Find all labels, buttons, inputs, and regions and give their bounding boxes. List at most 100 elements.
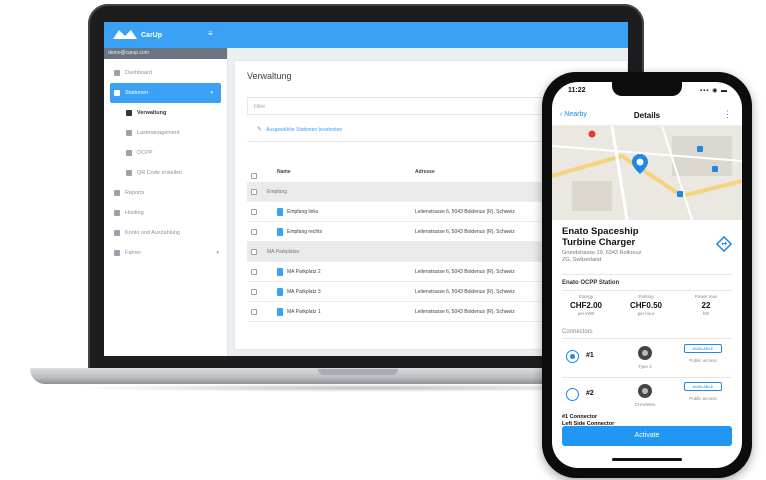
screen-title: Details <box>633 111 661 120</box>
station-title-line2: Turbine Charger <box>562 237 636 248</box>
phone-screen: 11:22 ▪▪▪ ◉ ▬ ‹ Nearby Details ⋮ Enato S… <box>552 82 742 468</box>
price-summary: Energy CHF2.00 per kWh Parking CHF0.50 p… <box>556 294 738 328</box>
sidebar-item-stationen[interactable]: Stationen ▾ <box>110 83 221 103</box>
tool-icon <box>114 210 120 216</box>
top-bar: CarUp ≡ <box>104 22 628 48</box>
station-icon <box>114 90 120 96</box>
sidebar-item-label: QR Code erstellen <box>137 170 183 176</box>
price-unit: kW <box>702 311 710 316</box>
price-value: CHF2.00 <box>569 301 602 310</box>
price-value: CHF0.50 <box>629 301 662 310</box>
sidebar-item-label: Stationen <box>125 90 149 96</box>
status-icons: ▪▪▪ ◉ ▬ <box>700 88 728 94</box>
station-name: MA Parkplatz 1 <box>287 309 321 315</box>
station-icon <box>277 308 283 316</box>
price-label: Energy <box>578 294 594 299</box>
menu-toggle-icon[interactable]: ≡ <box>208 30 213 38</box>
station-icon <box>277 268 283 276</box>
sidebar-item-label: Hosting <box>125 210 144 216</box>
edit-selected-label: Ausgewählte Stationen bearbeiten <box>266 127 343 133</box>
station-name: MA Parkplatz 2 <box>287 269 321 275</box>
car-icon <box>114 250 120 256</box>
availability-badge: AVAILABLE <box>684 382 722 391</box>
sidebar-item-qr-code[interactable]: QR Code erstellen <box>104 163 227 183</box>
station-name: Empfang links <box>287 209 319 215</box>
chademo-plug-icon <box>638 384 652 398</box>
sidebar-item-fahrer[interactable]: Fahrer ▾ <box>104 243 227 263</box>
type2-plug-icon <box>638 346 652 360</box>
divider <box>562 290 732 291</box>
sidebar-item-label: Lastmanagement <box>137 130 180 136</box>
plug-icon <box>126 150 132 156</box>
sidebar-item-hosting[interactable]: Hosting <box>104 203 227 223</box>
price-unit: per kWh <box>577 311 595 316</box>
location-pin-icon[interactable] <box>632 154 648 174</box>
station-address: Leitenstrasse 6, 5043 Boldenus (R), Schw… <box>415 309 515 315</box>
row-checkbox[interactable] <box>251 249 257 255</box>
station-type: Enato OCPP Station <box>562 280 620 286</box>
price-value: 22 <box>701 301 711 310</box>
page-title: Verwaltung <box>247 71 292 81</box>
gauge-icon <box>114 70 120 76</box>
bolt-icon <box>126 130 132 136</box>
chevron-down-icon: ▾ <box>216 250 219 256</box>
list-icon <box>126 110 132 116</box>
divider <box>562 274 732 275</box>
price-unit: per hour <box>637 311 655 316</box>
price-energy: Energy CHF2.00 per kWh <box>556 294 616 316</box>
availability-badge: AVAILABLE <box>684 344 722 353</box>
station-icon <box>277 288 283 296</box>
price-label: Parking <box>638 294 654 299</box>
station-address: Leitenstrasse 6, 5043 Boldenus (R), Schw… <box>415 289 515 295</box>
column-header-address[interactable]: Adresse <box>415 169 435 175</box>
sidebar-item-konto[interactable]: Konto und Auszahlung <box>104 223 227 243</box>
more-options-icon[interactable]: ⋮ <box>723 109 732 120</box>
status-time: 11:22 <box>568 87 586 94</box>
column-header-name[interactable]: Name <box>277 169 291 175</box>
directions-icon[interactable] <box>716 236 732 252</box>
access-label: Public access <box>689 396 717 401</box>
pencil-icon: ✎ <box>257 127 263 133</box>
qr-icon <box>126 170 132 176</box>
report-icon <box>114 190 120 196</box>
group-name: Empfang <box>267 189 288 195</box>
station-address: Grundstrasse 19, 6343 Rotkreuz ZG, Switz… <box>562 250 642 264</box>
price-label: Power max <box>694 294 718 299</box>
connector-option-1[interactable]: #1 Type 2 AVAILABLE Public access <box>562 340 734 376</box>
station-name: Empfang rechts <box>287 229 323 235</box>
sidebar-item-verwaltung[interactable]: Verwaltung <box>104 103 227 123</box>
address-line2: ZG, Switzerland <box>562 257 602 263</box>
sidebar-item-ocpp[interactable]: OCPP <box>104 143 227 163</box>
user-email: demo@carup.com <box>104 48 227 59</box>
sidebar-item-lastmanagement[interactable]: Lastmanagement <box>104 123 227 143</box>
connector-radio-selected[interactable] <box>566 350 579 363</box>
row-checkbox[interactable] <box>251 229 257 235</box>
divider <box>562 338 732 339</box>
row-checkbox[interactable] <box>251 309 257 315</box>
brand-name: CarUp <box>141 31 163 39</box>
row-checkbox[interactable] <box>251 209 257 215</box>
money-icon <box>114 230 120 236</box>
sidebar-item-dashboard[interactable]: Dashboard <box>104 63 227 83</box>
station-name: MA Parkplatz 3 <box>287 289 321 295</box>
station-icon <box>277 208 283 216</box>
sidebar-item-label: Konto und Auszahlung <box>125 230 181 236</box>
activate-button[interactable]: Activate <box>562 426 732 446</box>
row-checkbox[interactable] <box>251 269 257 275</box>
connector-number: #1 <box>586 352 594 359</box>
home-indicator[interactable] <box>612 458 682 461</box>
laptop-opening-notch <box>318 369 398 375</box>
connector-radio[interactable] <box>566 388 579 401</box>
row-checkbox[interactable] <box>251 289 257 295</box>
connector-type: CHAdeMo <box>634 402 656 407</box>
brand-logo[interactable]: CarUp <box>112 28 162 42</box>
map-view[interactable] <box>552 126 742 220</box>
phone-notch <box>612 82 682 96</box>
sidebar-item-reports[interactable]: Reports <box>104 183 227 203</box>
edit-selected-link[interactable]: ✎ Ausgewählte Stationen bearbeiten <box>257 127 342 133</box>
row-checkbox[interactable] <box>251 189 257 195</box>
connector-option-2[interactable]: #2 CHAdeMo AVAILABLE Public access <box>562 378 734 414</box>
selected-connector-title: #1 Connector <box>562 414 598 420</box>
station-address: Leitenstrasse 6, 5043 Boldenus (R), Schw… <box>415 209 515 215</box>
station-address: Leitenstrasse 6, 5043 Boldenus (R), Schw… <box>415 269 515 275</box>
